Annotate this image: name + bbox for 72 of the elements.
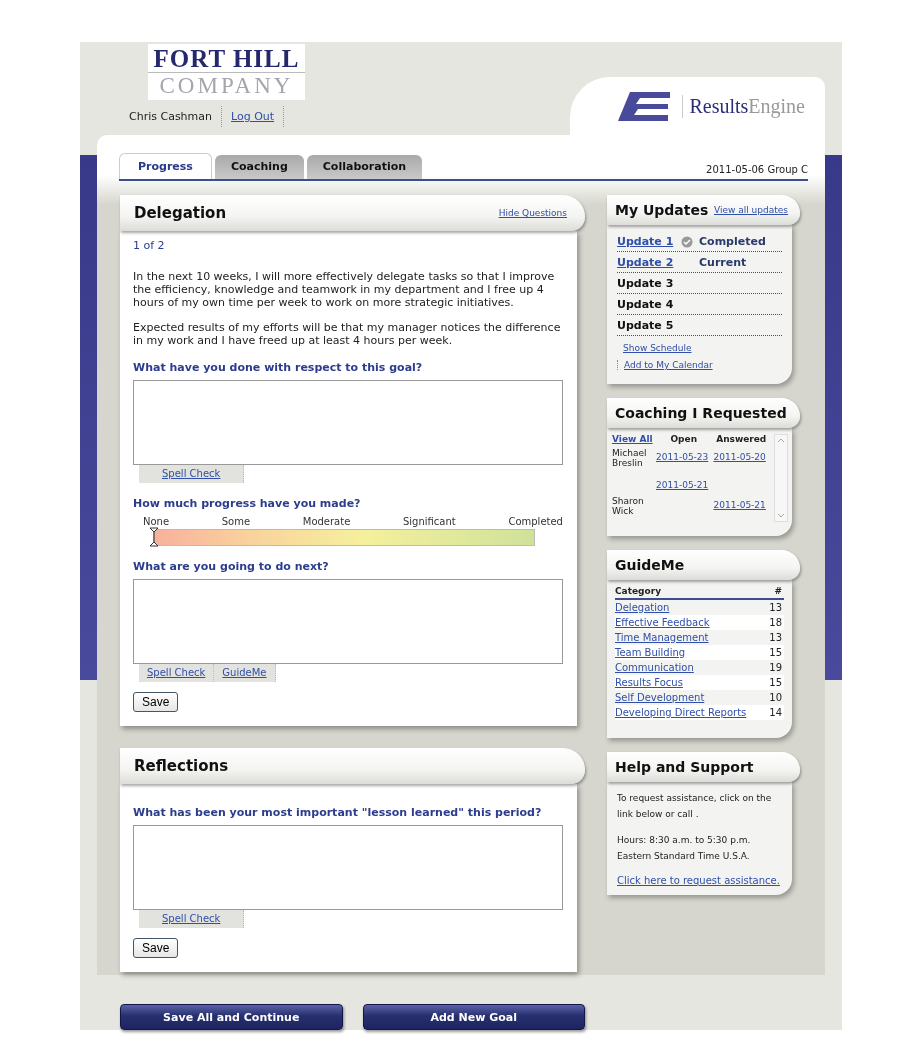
hide-questions-link[interactable]: Hide Questions — [498, 208, 567, 218]
date-link[interactable]: 2011-05-23 — [656, 451, 709, 462]
schedule-link[interactable]: Add to My Calendar — [617, 360, 782, 370]
coach-name: Michael Breslin — [612, 447, 647, 468]
card-title: Reflections — [134, 757, 229, 775]
update-link[interactable]: Update 2 — [617, 256, 679, 269]
count-cell: 19 — [766, 660, 784, 675]
question-label: What has been your most important "lesson learned" this period? — [133, 806, 543, 819]
user-name: Chris Cashman — [129, 106, 222, 127]
scrollbar[interactable] — [774, 434, 788, 522]
category-link[interactable]: Self Development — [615, 692, 705, 703]
scale-label: Moderate — [302, 516, 351, 527]
date-link[interactable]: 2011-05-21 — [656, 479, 709, 490]
tab[interactable]: Progress — [119, 153, 212, 179]
count-cell: 13 — [766, 599, 784, 615]
company-logo: FORT HILL COMPANY — [148, 44, 305, 100]
panel-title: My Updates — [615, 202, 709, 218]
brand-name: ResultsEngine — [682, 94, 805, 118]
update-link[interactable]: Update 1 — [617, 235, 679, 248]
column-header: # — [766, 584, 784, 599]
panel-title: GuideMe — [615, 557, 685, 573]
column-header: Category — [615, 584, 767, 599]
tool-link[interactable]: Spell Check — [139, 465, 245, 483]
category-link[interactable]: Delegation — [615, 602, 670, 613]
panel-title: Help and Support — [615, 759, 754, 775]
question-label: What are you going to do next? — [133, 560, 330, 573]
scale-label: Significant — [403, 516, 456, 527]
help-text: To request assistance, click on the link below or call . — [617, 792, 773, 821]
slider-thumb[interactable] — [149, 527, 159, 547]
logout-link[interactable]: Log Out — [222, 106, 285, 127]
category-link[interactable]: Communication — [615, 662, 694, 673]
column-header: Answered — [715, 432, 768, 446]
goal-text: Expected results of my efforts will be that my manager notices the difference in my work and I have freed up at least 4 hours per week. — [133, 321, 562, 347]
column-header: Open — [669, 432, 699, 446]
answer-field[interactable] — [133, 579, 563, 664]
category-link[interactable]: Time Management — [615, 632, 709, 643]
goal-counter: 1 of 2 — [133, 239, 166, 252]
date-group: 2011-05-06 Group C — [706, 164, 808, 179]
count-cell: 13 — [766, 630, 784, 645]
action-button[interactable]: Save All and Continue — [120, 1004, 343, 1030]
update-label: Update 5 — [617, 319, 675, 332]
tool-link[interactable]: GuideMe — [214, 664, 276, 682]
view-all-link[interactable]: View all updates — [714, 205, 788, 215]
tab[interactable]: Collaboration — [306, 155, 423, 179]
assistance-link[interactable]: Click here to request assistance. — [617, 875, 780, 886]
tab[interactable]: Coaching — [214, 155, 304, 179]
save-button[interactable]: Save — [133, 938, 179, 958]
tool-link[interactable]: Spell Check — [139, 910, 245, 928]
action-button[interactable]: Add New Goal — [362, 1004, 585, 1030]
question-label: What have you done with respect to this goal? — [133, 361, 424, 374]
card-title: Delegation — [134, 204, 227, 222]
goal-text: In the next 10 weeks, I will more effectively delegate tasks so that I improve the efficiency, knowledge and teamwork in my department and I free up 4 hours of my own time per week to work on more strategic initiatives. — [133, 270, 556, 309]
update-label: Update 3 — [617, 277, 675, 290]
help-text: Hours: 8:30 a.m. to 5:30 p.m. Eastern Standard Time U.S.A. — [617, 834, 752, 863]
count-cell: 10 — [766, 690, 784, 705]
question-label: How much progress have you made? — [133, 497, 362, 510]
coach-name: Sharon Wick — [612, 496, 644, 517]
answer-field[interactable] — [133, 825, 563, 910]
panel-title: Coaching I Requested — [615, 405, 787, 421]
date-link[interactable]: 2011-05-21 — [713, 500, 766, 511]
answer-field[interactable] — [133, 380, 563, 465]
save-button[interactable]: Save — [133, 692, 179, 712]
date-link[interactable]: 2011-05-20 — [713, 451, 766, 462]
view-all-link[interactable]: View All — [612, 433, 653, 444]
update-status: Current — [699, 256, 747, 269]
scale-label: None — [143, 516, 170, 527]
schedule-link[interactable]: Show Schedule — [623, 343, 782, 353]
update-label: Update 4 — [617, 298, 675, 311]
update-status: Completed — [699, 235, 766, 248]
tool-link[interactable]: Spell Check — [139, 664, 215, 682]
scale-label: Some — [221, 516, 251, 527]
scale-label: Completed — [508, 516, 563, 527]
